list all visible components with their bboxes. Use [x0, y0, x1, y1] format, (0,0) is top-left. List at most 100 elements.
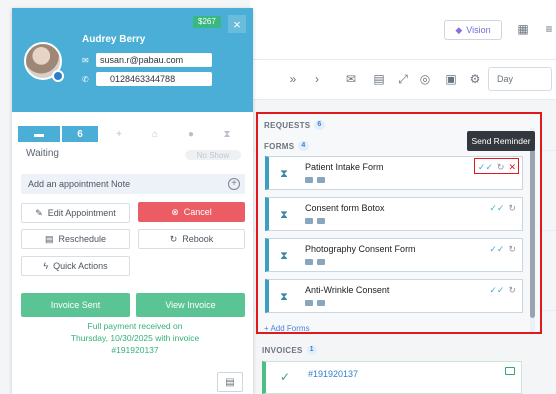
form-channels — [305, 218, 325, 224]
sms-icon[interactable]: ✉ — [342, 70, 360, 88]
email-row: ✉ susan.r@pabau.com — [82, 53, 212, 67]
cancel-circle-icon: ⊗ — [171, 206, 179, 217]
resend-icon[interactable]: ↻ — [508, 285, 516, 296]
appointment-note-input[interactable]: Add an appointment Note + — [21, 174, 245, 194]
lock-icon[interactable]: ▣ — [442, 70, 460, 88]
cancel-button[interactable]: ⊗ Cancel — [138, 202, 245, 222]
email-icon — [317, 259, 325, 265]
status-steps: ▬ 6 + ⌂ ● ⧗ — [12, 126, 253, 142]
calendar-header — [250, 0, 556, 60]
step-waiting[interactable]: 6 — [62, 126, 98, 142]
invoice-sent-button[interactable]: Invoice Sent — [21, 293, 130, 317]
step-timer[interactable]: ⧗ — [212, 126, 242, 142]
payment-status: Full payment received on Thursday, 10/30… — [52, 320, 218, 356]
home-icon: ⌂ — [151, 128, 159, 140]
form-card[interactable]: ⧗ Patient Intake Form ✓✓ ↻ ✕ — [265, 156, 523, 190]
resend-icon[interactable]: ↻ — [497, 162, 505, 173]
resend-icon[interactable]: ↻ — [508, 244, 516, 255]
form-card[interactable]: ⧗ Consent form Botox ✓✓ ↻ — [265, 197, 523, 231]
step-complete[interactable]: ● — [176, 126, 206, 142]
requests-label: REQUESTS — [264, 120, 311, 130]
forms-header: FORMS 4 — [264, 141, 309, 151]
receipt-icon[interactable] — [505, 367, 515, 375]
calendar-icon[interactable]: ▦ — [514, 20, 532, 38]
payment-line-1: Full payment received on — [87, 321, 183, 331]
cancel-label: Cancel — [183, 207, 212, 217]
plus-circle-icon[interactable]: + — [228, 178, 240, 190]
chevron-right-icon[interactable]: › — [308, 70, 326, 88]
step-waiting-count: 6 — [77, 128, 83, 140]
patient-header: $267 × Audrey Berry ✉ susan.r@pabau.com … — [12, 8, 253, 112]
no-show-badge[interactable]: No Show — [185, 150, 241, 160]
close-icon[interactable]: × — [228, 15, 246, 33]
edit-appointment-label: Edit Appointment — [47, 208, 116, 218]
hourglass-icon: ⧗ — [280, 208, 288, 221]
step-arrived[interactable]: ▬ — [18, 126, 60, 142]
step-home[interactable]: ⌂ — [140, 126, 170, 142]
double-check-icon[interactable]: ✓✓ — [478, 162, 493, 173]
quick-actions-label: Quick Actions — [53, 261, 108, 271]
pencil-icon: ✎ — [35, 207, 43, 218]
form-title: Consent form Botox — [305, 203, 385, 213]
email-field[interactable]: susan.r@pabau.com — [96, 53, 212, 67]
email-icon — [317, 177, 325, 183]
view-invoice-label: View Invoice — [165, 300, 216, 310]
document-icon[interactable]: ▤ — [217, 372, 243, 392]
patient-name[interactable]: Audrey Berry — [82, 34, 145, 45]
form-channels — [305, 177, 325, 183]
email-icon — [317, 300, 325, 306]
edit-appointment-button[interactable]: ✎ Edit Appointment — [21, 203, 130, 223]
hourglass-icon: ⧗ — [280, 249, 288, 262]
phone-row: ✆ 0128463344788 — [82, 72, 212, 86]
lightning-icon: ϟ — [43, 261, 49, 271]
amount-badge: $267 — [193, 16, 221, 28]
chevron-double-right-icon[interactable]: » — [284, 70, 302, 88]
form-actions: ✓✓ ↻ — [489, 244, 516, 255]
payment-line-3: #191920137 — [111, 345, 159, 355]
scrollbar-thumb[interactable] — [530, 134, 535, 318]
resend-icon[interactable]: ↻ — [508, 203, 516, 214]
form-actions: ✓✓ ↻ ✕ — [478, 162, 516, 173]
form-card[interactable]: ⧗ Anti-Wrinkle Consent ✓✓ ↻ — [265, 279, 523, 313]
avatar-status-icon — [52, 70, 64, 82]
form-channels — [305, 300, 325, 306]
step-add[interactable]: + — [104, 126, 134, 142]
menu-icon[interactable]: ≡ — [540, 20, 556, 38]
invoice-sent-label: Invoice Sent — [50, 300, 101, 310]
vision-button[interactable]: ◆ Vision — [444, 20, 502, 40]
sofa-icon: ▬ — [34, 128, 44, 140]
email-icon — [317, 218, 325, 224]
requests-count: 6 — [314, 120, 325, 130]
hourglass-icon: ⧗ — [280, 290, 288, 303]
gear-icon[interactable]: ⚙ — [466, 70, 484, 88]
phone-field[interactable]: 0128463344788 — [96, 72, 212, 86]
form-channels — [305, 259, 325, 265]
close-icon[interactable]: ✕ — [508, 162, 516, 173]
double-check-icon[interactable]: ✓✓ — [489, 203, 504, 214]
expand-icon[interactable]: ⤢ — [394, 70, 412, 88]
quick-actions-button[interactable]: ϟ Quick Actions — [21, 256, 130, 276]
send-reminder-tooltip: Send Reminder — [467, 131, 535, 151]
invoice-card[interactable]: ✓ #191920137 — [262, 361, 522, 394]
rebook-button[interactable]: ↻ Rebook — [138, 229, 245, 249]
view-invoice-button[interactable]: View Invoice — [136, 293, 245, 317]
note-placeholder: Add an appointment Note — [28, 179, 131, 189]
sms-icon — [305, 177, 313, 183]
view-select[interactable]: Day — [488, 67, 552, 91]
support-icon[interactable]: ◎ — [416, 70, 434, 88]
double-check-icon[interactable]: ✓✓ — [489, 244, 504, 255]
form-title: Photography Consent Form — [305, 244, 416, 254]
invoice-number[interactable]: #191920137 — [308, 369, 358, 379]
add-forms-link[interactable]: + Add Forms — [264, 324, 310, 333]
check-circle-icon: ● — [187, 128, 195, 140]
status-label: Waiting — [26, 148, 59, 159]
double-check-icon[interactable]: ✓✓ — [489, 285, 504, 296]
requests-header: REQUESTS 6 — [264, 120, 325, 130]
calendar-add-icon[interactable]: ▤ — [370, 70, 388, 88]
reschedule-button[interactable]: ▤ Reschedule — [21, 229, 130, 249]
form-card[interactable]: ⧗ Photography Consent Form ✓✓ ↻ — [265, 238, 523, 272]
appointment-panel: $267 × Audrey Berry ✉ susan.r@pabau.com … — [12, 8, 253, 394]
check-icon: ✓ — [280, 370, 291, 384]
sms-icon — [305, 218, 313, 224]
diamond-icon: ◆ — [455, 24, 463, 35]
